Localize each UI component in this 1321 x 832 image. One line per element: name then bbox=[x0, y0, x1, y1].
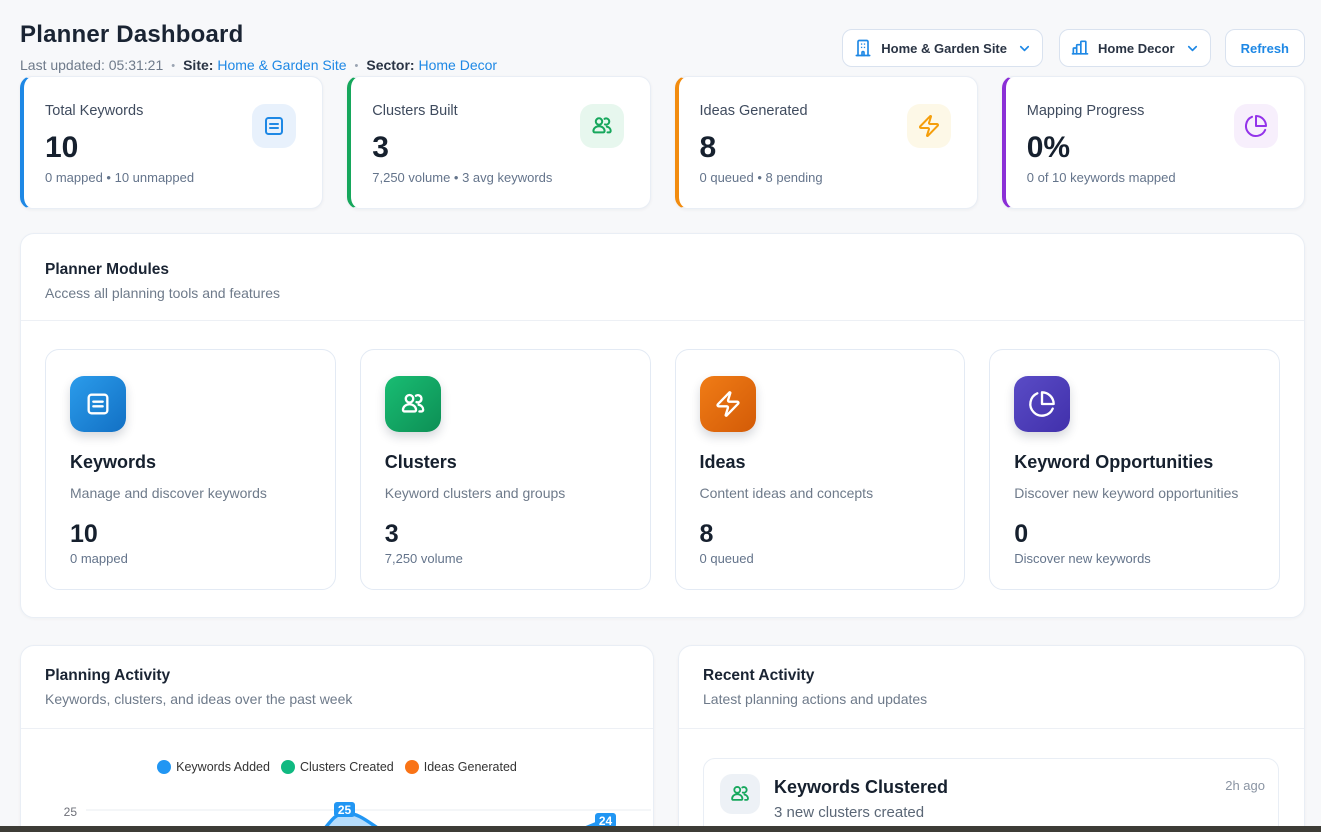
svg-text:25: 25 bbox=[338, 803, 352, 817]
svg-text:25: 25 bbox=[64, 805, 78, 819]
